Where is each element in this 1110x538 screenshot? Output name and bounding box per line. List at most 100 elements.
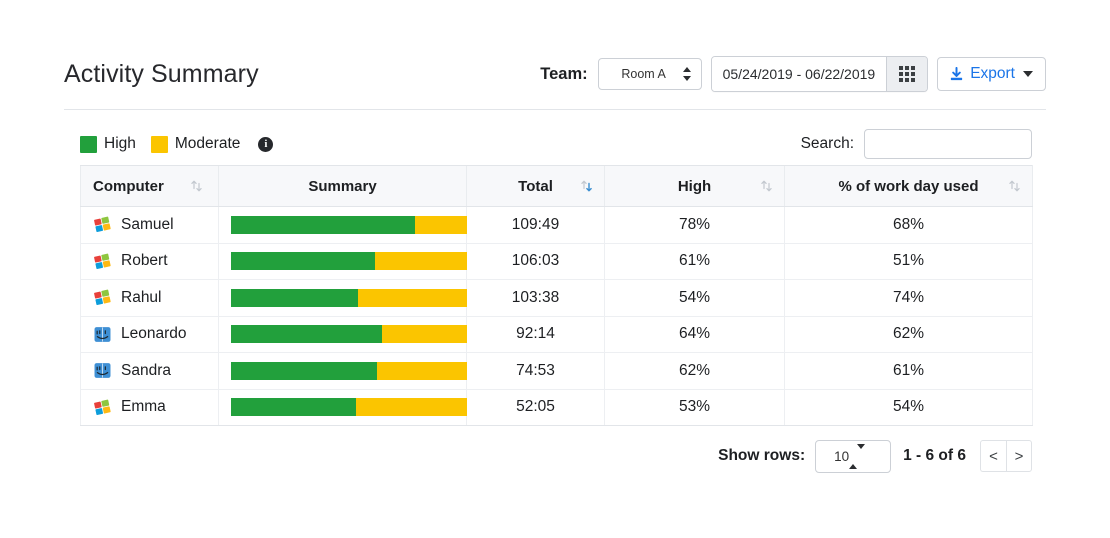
sort-icon-computer[interactable] [191,179,202,193]
cell-total: 103:38 [466,279,605,317]
stacked-bar [231,215,467,234]
cell-summary-bar [218,389,467,426]
cell-work-day: 54% [784,389,1033,426]
previous-page-button[interactable]: < [980,440,1006,472]
column-header-high[interactable]: High [604,165,785,207]
info-icon[interactable]: i [258,136,274,152]
stacked-bar [231,325,467,344]
header-controls: Team: Room A 05/24/2019 - 06/22/2019 Exp… [540,56,1046,92]
cell-work-day: 51% [784,243,1033,280]
table-header-row: Computer Summary Total High % of work da… [80,165,1033,207]
column-header-computer-label: Computer [93,177,164,195]
search-area: Search: [801,129,1032,159]
column-header-summary[interactable]: Summary [218,165,467,207]
activity-summary-page: Activity Summary Team: Room A 05/24/2019… [0,0,1110,538]
cell-summary-bar [218,243,467,280]
activity-table: Computer Summary Total High % of work da… [80,165,1033,426]
team-select[interactable]: Room A [597,58,702,90]
cell-total: 52:05 [466,389,605,426]
stacked-bar [231,361,467,380]
windows-logo-icon [94,399,111,415]
download-icon [951,66,963,80]
page-header: Activity Summary Team: Room A 05/24/2019… [64,46,1046,102]
bar-segment-high [231,215,416,234]
bar-segment-high [231,325,383,344]
cell-total: 74:53 [466,352,605,390]
up-down-arrows-icon [683,67,692,81]
cell-summary-bar [218,206,467,244]
cell-work-day: 68% [784,206,1033,244]
cell-computer: Emma [80,389,219,426]
table-body: Samuel 109:49 78% 68% Robert 106:03 61% 51% Rahu… [80,206,1033,426]
export-label: Export [970,65,1015,82]
team-select-value: Room A [621,67,666,81]
grid-calendar-icon [899,66,916,82]
activity-table-wrapper: Computer Summary Total High % of work da… [80,165,1033,426]
sort-icon-work-day[interactable] [1009,179,1020,193]
stacked-bar [231,398,467,417]
table-row[interactable]: Samuel 109:49 78% 68% [80,206,1033,244]
stacked-bar [231,288,467,307]
table-row[interactable]: Rahul 103:38 54% 74% [80,279,1033,317]
legend-swatch-high [80,135,97,153]
cell-computer: Robert [80,243,219,280]
column-header-total[interactable]: Total [466,165,605,207]
date-range-input[interactable]: 05/24/2019 - 06/22/2019 [711,57,887,91]
bar-segment-moderate [382,325,467,344]
bar-segment-moderate [374,252,467,271]
table-footer: Show rows: 10 1 - 6 of 6 < > [80,438,1032,474]
cell-summary-bar [218,316,467,353]
table-row[interactable]: Leonardo 92:14 64% 62% [80,316,1033,353]
cell-high: 53% [604,389,785,426]
cell-high: 54% [604,279,785,317]
windows-logo-icon [94,216,111,233]
next-page-button[interactable]: > [1006,440,1032,472]
cell-summary-bar [218,352,467,390]
pagination-controls: < > [980,440,1032,472]
cell-total: 106:03 [466,243,605,280]
cell-total: 92:14 [466,316,605,353]
bar-segment-high [231,361,378,380]
legend-swatch-moderate [150,135,168,153]
column-header-computer[interactable]: Computer [80,165,219,207]
computer-name: Sandra [121,361,171,379]
table-header: Computer Summary Total High % of work da… [80,165,1033,207]
bar-segment-high [231,288,359,307]
computer-name: Samuel [121,215,174,233]
cell-total: 109:49 [466,206,605,244]
up-down-arrows-icon [849,443,866,469]
column-header-summary-label: Summary [308,177,377,195]
column-header-work-day[interactable]: % of work day used [784,165,1033,207]
column-header-total-label: Total [518,177,553,195]
table-row[interactable]: Emma 52:05 53% 54% [80,389,1033,426]
cell-computer: Rahul [80,279,219,317]
sort-icon-high[interactable] [761,179,772,193]
header-divider [64,109,1046,110]
bar-segment-moderate [377,361,467,380]
cell-high: 64% [604,316,785,353]
bar-segment-moderate [415,215,467,234]
search-label: Search: [800,135,854,152]
team-label: Team: [540,64,588,83]
mac-finder-icon [94,363,111,379]
date-range-group[interactable]: 05/24/2019 - 06/22/2019 [710,56,929,92]
stacked-bar [231,252,467,271]
rows-per-page-select[interactable]: 10 [815,439,892,473]
search-input[interactable] [864,129,1032,159]
export-button[interactable]: Export [937,57,1046,91]
cell-high: 61% [604,243,785,280]
bar-segment-high [231,398,357,417]
table-row[interactable]: Robert 106:03 61% 51% [80,243,1033,280]
chart-legend: High Moderate i [80,135,274,153]
cell-computer: Samuel [80,206,219,244]
cell-summary-bar [218,279,467,317]
caret-down-icon[interactable] [1023,71,1033,77]
table-row[interactable]: Sandra 74:53 62% 61% [80,352,1033,390]
cell-work-day: 62% [784,316,1033,353]
cell-work-day: 61% [784,352,1033,390]
page-title: Activity Summary [64,59,259,88]
cell-work-day: 74% [784,279,1033,317]
calendar-picker-button[interactable] [886,57,928,91]
legend-and-search-row: High Moderate i Search: [80,126,1032,162]
sort-icon-total-active-desc[interactable] [581,179,592,193]
